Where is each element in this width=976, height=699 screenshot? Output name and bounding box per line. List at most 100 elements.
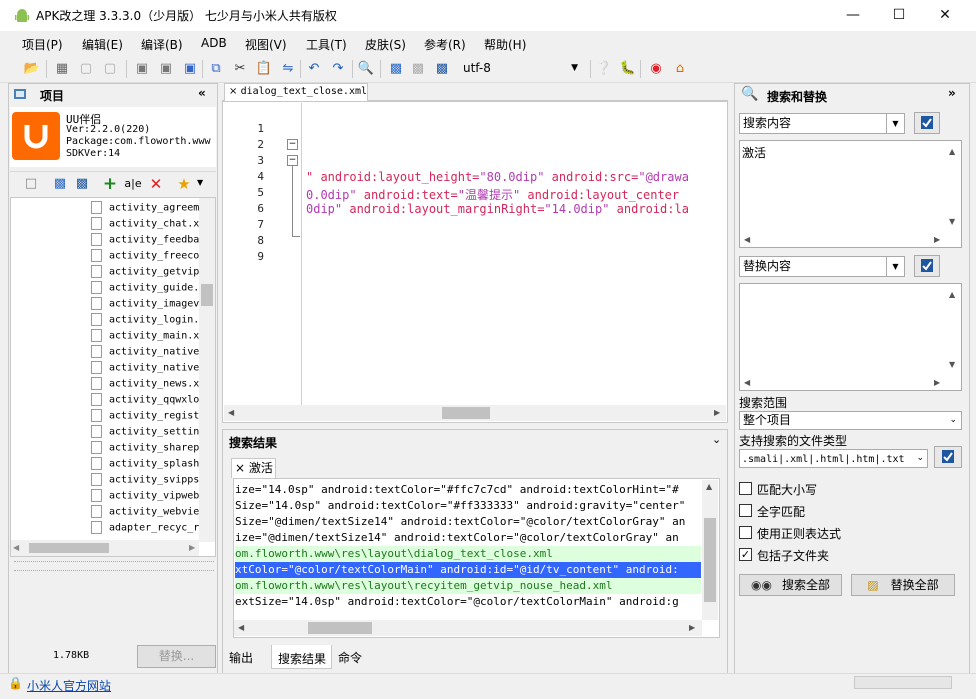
tree-vscroll-thumb[interactable] <box>201 284 213 306</box>
cut-icon[interactable]: ✂ <box>230 59 250 79</box>
encoding-select[interactable]: utf-8 ▼ <box>457 59 581 79</box>
save-as-icon[interactable]: ▣ <box>180 59 200 79</box>
bug-icon[interactable]: 🐛 <box>618 59 638 79</box>
replace-input-vscroll[interactable]: ▲ ▼ <box>945 284 961 376</box>
open-folder-icon[interactable]: 📂 <box>22 59 42 79</box>
collapse-panel-icon[interactable]: « <box>198 86 206 100</box>
search-scope-select[interactable]: 整个项目 ⌄ <box>739 411 962 430</box>
result-line[interactable]: xtColor="@color/textColorMain" android:i… <box>235 562 701 578</box>
tree-item[interactable]: adapter_recyc_r <box>91 521 201 537</box>
tree-item[interactable]: activity_agreem <box>91 201 201 217</box>
scroll-left-icon[interactable]: ◀ <box>744 235 750 244</box>
file-types-options-button[interactable] <box>934 446 962 468</box>
chevron-down-icon[interactable]: ▼ <box>197 178 203 187</box>
undo-icon[interactable]: ↶ <box>304 59 324 79</box>
copy-disabled-icon[interactable]: ▢ <box>76 59 96 79</box>
scroll-up-icon[interactable]: ▲ <box>706 482 712 491</box>
close-icon[interactable]: ✕ <box>922 0 968 31</box>
scroll-right-icon[interactable]: ▶ <box>189 543 195 552</box>
menu-tools[interactable]: 工具(T) <box>306 36 347 53</box>
paste-disabled-icon[interactable]: ▢ <box>100 59 120 79</box>
option-label[interactable]: 全字匹配 <box>757 503 805 520</box>
tree-item[interactable]: activity_guide. <box>91 281 201 297</box>
option-label[interactable]: 匹配大小写 <box>757 481 817 498</box>
result-line[interactable]: Size="@dimen/textSize14" android:textCol… <box>235 514 701 530</box>
scroll-left-icon[interactable]: ◀ <box>228 408 234 417</box>
option-label[interactable]: 使用正则表达式 <box>757 525 841 542</box>
import-icon[interactable]: ▩ <box>386 59 406 79</box>
tree-hscroll[interactable]: ◀ ▶ <box>11 540 199 556</box>
build-icon[interactable]: ▩ <box>432 59 452 79</box>
scroll-left-icon[interactable]: ◀ <box>238 623 244 632</box>
tree-item[interactable]: activity_chat.x <box>91 217 201 233</box>
minimize-icon[interactable]: — <box>830 0 876 31</box>
fold-toggle-icon[interactable]: − <box>287 155 298 166</box>
menu-edit[interactable]: 编辑(E) <box>82 36 123 53</box>
add-icon[interactable]: + <box>100 174 120 194</box>
option-checkbox[interactable] <box>739 504 752 517</box>
replace-button[interactable]: 替换... <box>137 645 216 668</box>
tab-command[interactable]: 命令 <box>338 649 362 666</box>
calendar-icon[interactable]: ▦ <box>52 59 72 79</box>
tree-item[interactable]: activity_native <box>91 361 201 377</box>
tree-item[interactable]: activity_imagev <box>91 297 201 313</box>
tree-item[interactable]: activity_splash <box>91 457 201 473</box>
option-checkbox[interactable]: ✓ <box>739 548 752 561</box>
menu-skin[interactable]: 皮肤(S) <box>365 36 406 53</box>
delete-icon[interactable]: ✕ <box>146 174 166 194</box>
scroll-up-icon[interactable]: ▲ <box>949 147 955 156</box>
editor-hscroll-thumb[interactable] <box>442 407 490 419</box>
menu-adb[interactable]: ADB <box>201 36 227 50</box>
scroll-right-icon[interactable]: ▶ <box>934 378 940 387</box>
paste-icon[interactable]: 📋 <box>254 59 274 79</box>
close-tab-icon[interactable]: × <box>229 86 237 97</box>
results-vscroll[interactable]: ▲ <box>702 480 718 620</box>
rename-icon[interactable]: a|e <box>123 174 143 194</box>
help-icon[interactable]: ❔ <box>594 59 614 79</box>
save-all-icon[interactable]: ▣ <box>156 59 176 79</box>
scroll-right-icon[interactable]: ▶ <box>689 623 695 632</box>
option-checkbox[interactable] <box>739 482 752 495</box>
tree-item[interactable]: activity_login. <box>91 313 201 329</box>
save-icon[interactable]: ▣ <box>132 59 152 79</box>
scroll-right-icon[interactable]: ▶ <box>934 235 940 244</box>
tab-output[interactable]: 输出 <box>229 649 253 666</box>
new-file-icon[interactable]: □ <box>21 174 41 194</box>
tree-item[interactable]: activity_svipps <box>91 473 201 489</box>
tree-vscroll[interactable] <box>199 198 215 542</box>
replace-input-hscroll[interactable]: ◀ ▶ <box>740 376 945 390</box>
tab-search-results[interactable]: 搜索结果 <box>278 650 326 667</box>
results-hscroll-thumb[interactable] <box>308 622 372 634</box>
search-options-button[interactable] <box>914 112 940 134</box>
scroll-right-icon[interactable]: ▶ <box>714 408 720 417</box>
redo-icon[interactable]: ↷ <box>328 59 348 79</box>
result-line[interactable]: ize="@dimen/textSize14" android:textColo… <box>235 530 701 546</box>
home-icon[interactable]: ⌂ <box>670 59 690 79</box>
search-content-select[interactable]: 搜索内容 ▼ <box>739 113 905 134</box>
tree-item[interactable]: activity_native <box>91 345 201 361</box>
menu-help[interactable]: 帮助(H) <box>484 36 526 53</box>
weibo-icon[interactable]: ◉ <box>646 59 666 79</box>
search-input-vscroll[interactable]: ▲ ▼ <box>945 141 961 233</box>
editor-hscroll[interactable]: ◀ ▶ <box>224 405 726 421</box>
result-file-path[interactable]: om.floworth.www\res\layout\dialog_text_c… <box>235 546 701 562</box>
favorite-star-icon[interactable]: ★ <box>174 174 194 194</box>
editor-tab[interactable]: × dialog_text_close.xml <box>224 83 368 101</box>
tree-item[interactable]: activity_regist <box>91 409 201 425</box>
fold-toggle-icon[interactable]: − <box>287 139 298 150</box>
option-label[interactable]: 包括子文件夹 <box>757 547 829 564</box>
scroll-down-icon[interactable]: ▼ <box>949 360 955 369</box>
result-line[interactable]: Size="14.0sp" android:textColor="#ff3333… <box>235 498 701 514</box>
results-vscroll-thumb[interactable] <box>704 518 716 602</box>
menu-build[interactable]: 编译(B) <box>141 36 183 53</box>
panel-splitter[interactable] <box>14 561 214 571</box>
scroll-up-icon[interactable]: ▲ <box>949 290 955 299</box>
search-input[interactable]: 激活 ▲ ▼ ◀ ▶ <box>739 140 962 248</box>
result-line[interactable]: ize="14.0sp" android:textColor="#ffc7c7c… <box>235 482 701 498</box>
results-hscroll[interactable]: ◀ ▶ <box>234 620 702 636</box>
close-tab-icon[interactable]: × <box>235 461 245 475</box>
build-file-icon[interactable]: ▩ <box>72 174 92 194</box>
menu-project[interactable]: 项目(P) <box>22 36 63 53</box>
tree-item[interactable]: activity_webvie <box>91 505 201 521</box>
result-file-path[interactable]: om.floworth.www\res\layout\recyitem_getv… <box>235 578 701 594</box>
